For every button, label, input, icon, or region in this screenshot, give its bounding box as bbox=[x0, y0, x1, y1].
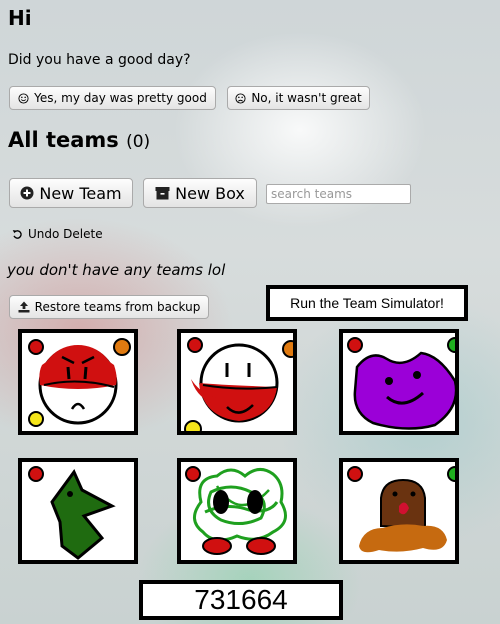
smiling-red-ball-creature-icon bbox=[184, 337, 293, 431]
greeting-question: Did you have a good day? bbox=[8, 52, 191, 68]
smile-icon bbox=[18, 92, 29, 104]
creature-card-1[interactable] bbox=[18, 329, 138, 435]
plus-circle-icon bbox=[20, 186, 34, 200]
brown-mole-creature-icon bbox=[347, 466, 455, 553]
green-bird-creature-icon bbox=[28, 466, 116, 560]
creature-card-2[interactable] bbox=[177, 329, 297, 435]
visitor-counter-value: 731664 bbox=[194, 584, 288, 615]
restore-backup-label: Restore teams from backup bbox=[34, 300, 201, 314]
undo-delete-label: Undo Delete bbox=[28, 227, 103, 241]
purple-blob-creature-icon bbox=[347, 337, 455, 430]
visitor-counter: 731664 bbox=[139, 580, 343, 620]
teams-title: All teams bbox=[8, 128, 119, 152]
creature-card-6[interactable] bbox=[339, 458, 459, 564]
teams-count: (0) bbox=[126, 132, 151, 152]
creature-card-5[interactable] bbox=[177, 458, 297, 564]
team-simulator-button[interactable]: Run the Team Simulator! bbox=[266, 285, 468, 321]
upload-icon bbox=[18, 301, 30, 313]
restore-backup-button[interactable]: Restore teams from backup bbox=[9, 295, 209, 319]
new-team-button[interactable]: New Team bbox=[9, 178, 133, 208]
undo-icon bbox=[12, 229, 23, 240]
green-bush-creature-icon bbox=[185, 466, 287, 555]
good-day-button[interactable]: Yes, my day was pretty good bbox=[9, 86, 216, 110]
search-teams-input[interactable] bbox=[266, 184, 411, 204]
archive-box-icon bbox=[155, 186, 170, 200]
red-ball-creature-icon bbox=[28, 338, 131, 427]
creature-card-3[interactable] bbox=[339, 329, 459, 435]
new-team-label: New Team bbox=[39, 183, 122, 203]
bad-day-label: No, it wasn't great bbox=[251, 91, 362, 105]
bad-day-button[interactable]: No, it wasn't great bbox=[227, 86, 370, 110]
good-day-label: Yes, my day was pretty good bbox=[34, 91, 207, 105]
team-simulator-label: Run the Team Simulator! bbox=[290, 295, 444, 311]
creature-card-4[interactable] bbox=[18, 458, 138, 564]
new-box-button[interactable]: New Box bbox=[143, 178, 257, 208]
undo-delete-button[interactable]: Undo Delete bbox=[12, 227, 103, 241]
teams-heading: All teams (0) bbox=[8, 128, 150, 152]
new-box-label: New Box bbox=[175, 183, 245, 203]
greeting-title: Hi bbox=[8, 6, 32, 30]
empty-teams-message: you don't have any teams lol bbox=[7, 261, 226, 279]
frown-icon bbox=[235, 92, 246, 104]
